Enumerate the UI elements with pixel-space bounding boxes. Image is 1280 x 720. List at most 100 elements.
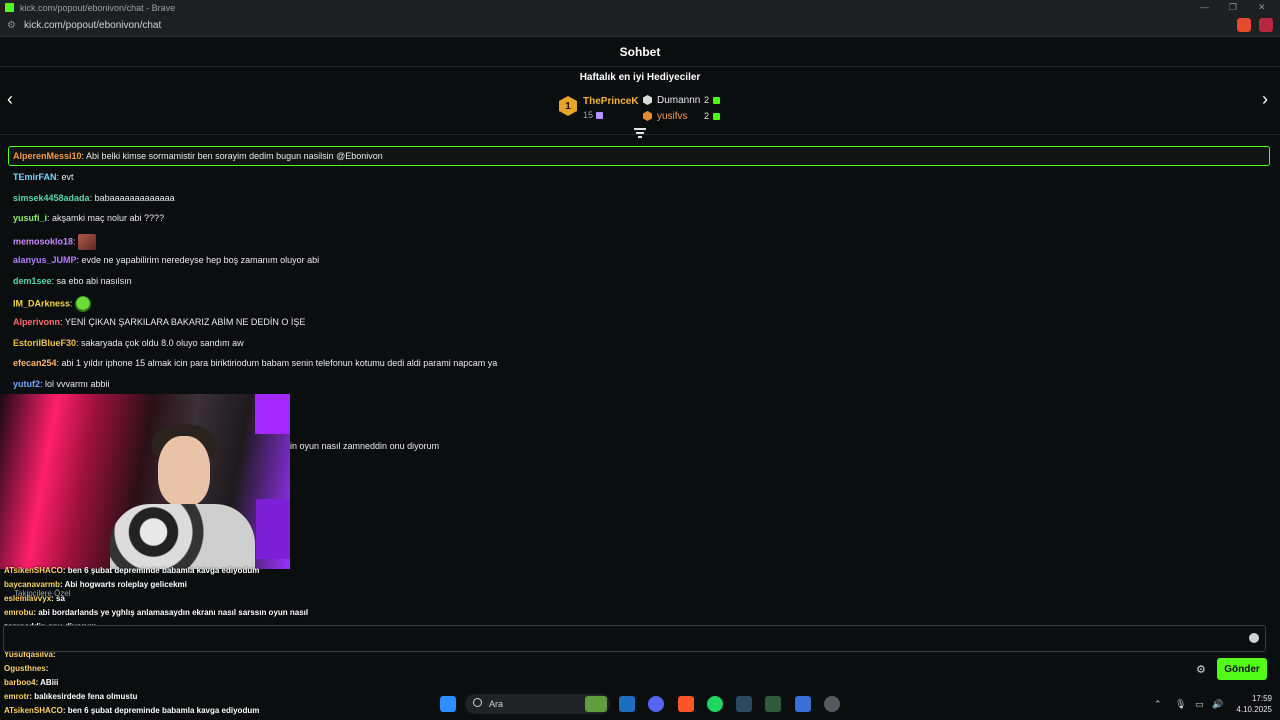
gifter-name-3[interactable]: yusifvs [657, 111, 688, 122]
chat-message: EstorilBlueF30: sakaryada çok oldu 8.0 o… [13, 338, 244, 349]
chat-message: yutuf2: lol vvvarmı abbii [13, 379, 110, 390]
overlay-chat-line: ATsikenSHACO: ben 6 şubat depreminde bab… [4, 565, 259, 576]
purple-light [255, 394, 290, 434]
chat-message-partial: in oyun nasıl zamneddin onu diyorum [290, 441, 440, 451]
chat-header: Sohbet [0, 37, 1280, 67]
overlay-username: emrobu [4, 608, 34, 617]
chat-input[interactable] [3, 625, 1266, 652]
stream-webcam-overlay [0, 394, 290, 569]
chat-text: : evt [56, 172, 74, 182]
chat-message: simsek4458adada: babaaaaaaaaaaaaa [13, 193, 175, 204]
chat-message: alanyus_JUMP: evde ne yapabilirim nerede… [13, 255, 319, 266]
steam-icon[interactable] [619, 696, 635, 712]
close-icon[interactable]: ✕ [1258, 2, 1266, 13]
windows-start-icon[interactable] [440, 696, 456, 712]
chat-text: : sakaryada çok oldu 8.0 oluyo sandım aw [76, 338, 244, 348]
gift-sub-icon [596, 112, 603, 119]
pinned-text: : Abi belki kimse sormamistir ben sorayi… [81, 151, 383, 161]
streamer-head [158, 436, 210, 506]
xbox-icon[interactable] [765, 696, 781, 712]
chevron-right-icon[interactable]: › [1262, 89, 1268, 110]
chat-message: memosoklo18: [13, 234, 96, 250]
pinned-username[interactable]: AlperenMessi10 [13, 151, 82, 161]
brave-shield-icon[interactable] [1237, 18, 1251, 32]
kick-logo-icon [5, 3, 14, 12]
taskbar-clock[interactable]: 17:59 4.10.2025 [1228, 693, 1272, 715]
chat-message: Alperivonn: YENİ ÇIKAN ŞARKILARA BAKARIZ… [13, 317, 305, 328]
browser-title-bar: kick.com/popout/ebonivon/chat - Brave — … [0, 0, 1280, 15]
chat-message: IM_DArkness: [13, 296, 91, 312]
gift-sub-icon [713, 97, 720, 104]
overlay-username: Ogusthnes [4, 664, 46, 673]
chat-username[interactable]: alanyus_JUMP [13, 255, 77, 265]
emote-icon [77, 234, 96, 250]
overlay-username: barboo4 [4, 678, 36, 687]
top-gifters-panel: Haftalık en iyi Hediyeciler ‹ › [0, 67, 1280, 135]
chat-text: : lol vvvarmı abbii [40, 379, 110, 389]
gifter-count-2: 2 [704, 95, 710, 105]
discord-icon[interactable] [648, 696, 664, 712]
display-icon[interactable]: ▭ [1195, 699, 1204, 710]
purple-desk [256, 499, 290, 559]
overlay-chat-line: barboo4: ABiii [4, 677, 58, 688]
emoji-picker-icon[interactable] [1249, 633, 1259, 643]
top-gifter-name[interactable]: ThePrinceK [583, 96, 639, 107]
overlay-chat-line: emrobu: abi bordarlands ye yghlış anlama… [4, 607, 308, 618]
expand-filter-icon[interactable] [634, 128, 646, 138]
address-bar[interactable]: ⚙ kick.com/popout/ebonivon/chat [0, 15, 1280, 37]
search-highlight-icon[interactable] [585, 696, 607, 712]
send-button[interactable]: Gönder [1217, 658, 1267, 680]
overlay-username: ATsikenSHACO [4, 566, 63, 575]
chat-username[interactable]: TEmirFAN [13, 172, 57, 182]
chat-username[interactable]: efecan254 [13, 358, 57, 368]
search-icon [473, 698, 482, 707]
chat-message: yusufi_i: akşamki maç nolur abi ???? [13, 213, 164, 224]
overlay-text: : ben 6 şubat depreminde babamla kavga e… [62, 566, 260, 575]
chat-text: : [73, 236, 76, 247]
site-settings-icon[interactable]: ⚙ [7, 20, 16, 31]
chat-username[interactable]: yusufi_i [13, 213, 47, 223]
steam-app-icon[interactable] [736, 696, 752, 712]
overlay-text: : [45, 664, 49, 673]
maximize-icon[interactable]: ❐ [1229, 2, 1237, 13]
gifter-count-3: 2 [704, 111, 710, 121]
brave-rewards-icon[interactable] [1259, 18, 1273, 32]
emote-icon [74, 296, 91, 312]
chat-username[interactable]: IM_DArkness [13, 298, 70, 308]
overlay-text: : Abi hogwarts roleplay gelicekmi [60, 580, 187, 589]
chat-username[interactable]: Alperivonn [13, 317, 60, 327]
chat-text: : YENİ ÇIKAN ŞARKILARA BAKARIZ ABİM NE D… [60, 317, 306, 327]
brave-browser-icon[interactable] [678, 696, 694, 712]
overlay-chat-line: Ogusthnes: [4, 663, 48, 674]
spotify-icon[interactable] [707, 696, 723, 712]
network-app-icon[interactable] [795, 696, 811, 712]
url-text[interactable]: kick.com/popout/ebonivon/chat [24, 20, 161, 31]
chevron-up-icon[interactable]: ⌃ [1154, 699, 1162, 710]
chat-text: : abi 1 yıldır iphone 15 almak icin para… [56, 358, 498, 368]
clock-date: 4.10.2025 [1236, 705, 1272, 714]
top-gifter-count: 15 [583, 110, 594, 120]
gifter-name-2[interactable]: Dumannn [657, 95, 700, 106]
chat-username[interactable]: simsek4458adada [13, 193, 90, 203]
gift-sub-icon [713, 113, 720, 120]
chat-text: : akşamki maç nolur abi ???? [47, 213, 165, 223]
chat-username[interactable]: yutuf2 [13, 379, 40, 389]
chat-username[interactable]: memosoklo18 [13, 236, 73, 246]
chat-settings-gear-icon[interactable]: ⚙ [1196, 663, 1206, 676]
chat-message: dem1see: sa ebo abi nasılsın [13, 276, 132, 287]
pinned-message-text: AlperenMessi10: Abi belki kimse sormamis… [13, 151, 383, 162]
clock-time: 17:59 [1251, 694, 1272, 703]
chat-username[interactable]: dem1see [13, 276, 52, 286]
microphone-icon[interactable]: 🎙 [1175, 699, 1186, 710]
window-title: kick.com/popout/ebonivon/chat - Brave [20, 2, 176, 13]
taskbar-search-placeholder: Ara [489, 699, 504, 709]
minimize-icon[interactable]: — [1200, 2, 1209, 12]
volume-icon[interactable]: 🔊 [1212, 699, 1223, 710]
chat-text: : [70, 298, 73, 309]
chat-message: efecan254: abi 1 yıldır iphone 15 almak … [13, 358, 497, 369]
chat-username[interactable]: EstorilBlueF30 [13, 338, 76, 348]
obs-icon[interactable] [824, 696, 840, 712]
chat-text: : evde ne yapabilirim neredeyse hep boş … [76, 255, 320, 265]
chevron-left-icon[interactable]: ‹ [7, 89, 13, 110]
overlay-text: : abi bordarlands ye yghlış anlamasaydın… [33, 608, 309, 617]
